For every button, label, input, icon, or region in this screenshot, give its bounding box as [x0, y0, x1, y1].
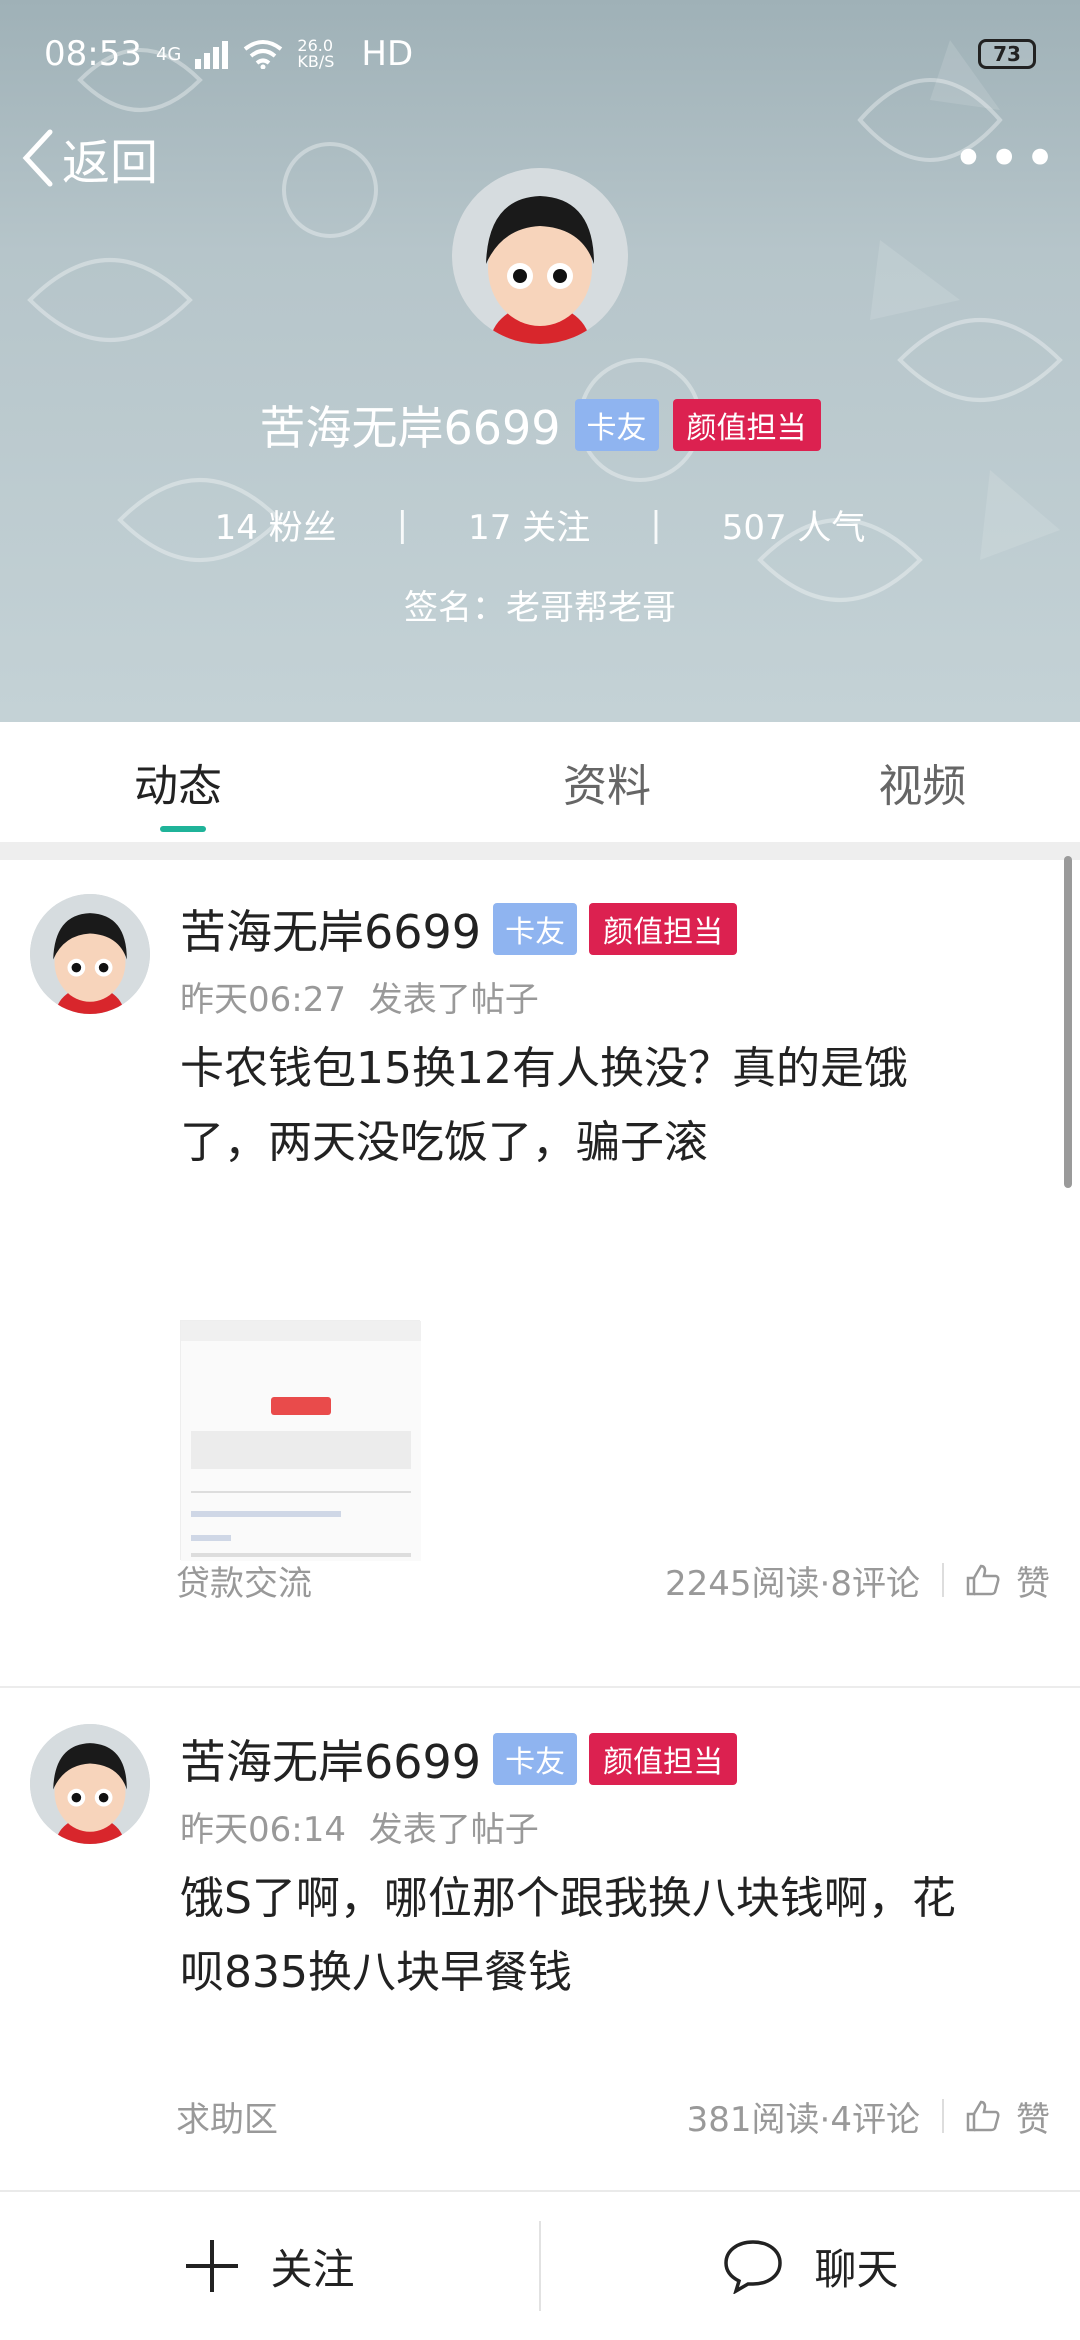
- like-label: 赞: [1016, 2099, 1050, 2140]
- post-category[interactable]: 贷款交流: [176, 1556, 312, 1605]
- post-content[interactable]: 饿S了啊，哪位那个跟我换八块钱啊，花 呗835换八块早餐钱: [180, 1862, 1040, 2010]
- tab-posts[interactable]: 动态: [0, 722, 449, 842]
- stat-divider: |: [396, 504, 409, 545]
- post-action: 发表了帖子: [368, 1810, 539, 1850]
- battery-level: 73: [993, 42, 1021, 66]
- post-category[interactable]: 求助区: [176, 2092, 278, 2141]
- follow-button[interactable]: 关注: [0, 2192, 539, 2340]
- post-item[interactable]: 苦海无岸6699 卡友 颜值担当 昨天06:14 发表了帖子 饿S了啊，哪位那个…: [0, 1688, 1080, 2188]
- post-stats: 2245阅读·8评论: [665, 1563, 920, 1604]
- badge-looks: 颜值担当: [589, 903, 738, 955]
- post-footer: 贷款交流 2245阅读·8评论 赞: [176, 1552, 1050, 1608]
- badge-card-friend: 卡友: [493, 903, 578, 955]
- battery-icon: 73: [978, 39, 1036, 69]
- profile-avatar[interactable]: [452, 168, 628, 344]
- more-options-icon[interactable]: •••: [952, 127, 1060, 190]
- post-avatar[interactable]: [30, 894, 150, 1014]
- chat-button[interactable]: 聊天: [541, 2192, 1080, 2340]
- post-time-row: 昨天06:14 发表了帖子: [180, 1802, 539, 1851]
- post-content-line: 了，两天没吃饭了，骗子滚: [180, 1117, 708, 1168]
- status-bar: 08:53 4G 26.0 KB/S HD 73: [44, 28, 1036, 80]
- profile-stats: 14 粉丝 | 17 关注 | 507 人气: [0, 500, 1080, 549]
- post-time: 昨天06:27: [180, 980, 346, 1020]
- bottom-action-bar: 关注 聊天: [0, 2190, 1080, 2340]
- post-content-line: 卡农钱包15换12有人换没？真的是饿: [180, 1043, 908, 1094]
- section-divider: [0, 842, 1080, 860]
- tab-videos[interactable]: 视频: [765, 722, 1080, 842]
- wifi-icon: [244, 40, 283, 69]
- badge-looks: 颜值担当: [589, 1733, 738, 1785]
- follows-count[interactable]: 17 关注: [468, 500, 590, 549]
- hd-label: HD: [361, 34, 414, 74]
- profile-name: 苦海无岸6699: [259, 401, 561, 455]
- post-footer: 求助区 381阅读·4评论 赞: [176, 2088, 1050, 2144]
- post-stats: 381阅读·4评论: [686, 2099, 920, 2140]
- post-avatar[interactable]: [30, 1724, 150, 1844]
- plus-icon: [186, 2240, 239, 2292]
- post-action: 发表了帖子: [368, 980, 539, 1020]
- post-content[interactable]: 卡农钱包15换12有人换没？真的是饿 了，两天没吃饭了，骗子滚: [180, 1032, 1040, 1180]
- signature: 签名：老哥帮老哥: [404, 588, 676, 628]
- back-label: 返回: [62, 135, 159, 191]
- footer-divider: [942, 1563, 944, 1597]
- post-author-name[interactable]: 苦海无岸6699: [180, 896, 481, 962]
- scrollbar[interactable]: [1064, 856, 1072, 1188]
- post-content-line: 饿S了啊，哪位那个跟我换八块钱啊，花: [180, 1873, 956, 1924]
- profile-name-row: 苦海无岸6699 卡友 颜值担当: [0, 392, 1080, 458]
- post-image-thumbnail[interactable]: [180, 1320, 421, 1561]
- post-author-row: 苦海无岸6699 卡友 颜值担当: [180, 1726, 738, 1792]
- screenshot-thumbnail: [181, 1321, 421, 1561]
- back-button[interactable]: 返回: [20, 123, 158, 193]
- thumbs-up-icon: [966, 1564, 1000, 1596]
- badge-card-friend: 卡友: [493, 1733, 578, 1785]
- signal-icon: [195, 41, 229, 69]
- stat-divider: |: [650, 504, 662, 545]
- post-content-line: 呗835换八块早餐钱: [180, 1947, 572, 1998]
- status-time: 08:53: [44, 34, 142, 74]
- chat-label: 聊天: [814, 2244, 899, 2294]
- post-author-name[interactable]: 苦海无岸6699: [180, 1726, 481, 1792]
- network-label: 4G: [155, 43, 182, 65]
- post-time: 昨天06:14: [180, 1810, 346, 1850]
- like-button[interactable]: 赞: [966, 1556, 1050, 1605]
- avatar-image: [452, 168, 628, 344]
- tab-profile-info[interactable]: 资料: [449, 722, 764, 842]
- avatar-image: [30, 1724, 150, 1844]
- badge-looks: 颜值担当: [672, 399, 821, 451]
- post-item[interactable]: 苦海无岸6699 卡友 颜值担当 昨天06:27 发表了帖子 卡农钱包15换12…: [0, 860, 1080, 1688]
- badge-card-friend: 卡友: [574, 399, 659, 451]
- profile-tabs: 动态 资料 视频: [0, 722, 1080, 842]
- profile-header: 08:53 4G 26.0 KB/S HD 73 返回 ••• 苦海无岸6699…: [0, 0, 1080, 722]
- fans-count[interactable]: 14 粉丝: [215, 500, 337, 549]
- avatar-image: [30, 894, 150, 1014]
- post-author-row: 苦海无岸6699 卡友 颜值担当: [180, 896, 738, 962]
- follow-label: 关注: [270, 2244, 355, 2294]
- chevron-left-icon: [22, 129, 53, 187]
- footer-divider: [942, 2099, 944, 2133]
- post-time-row: 昨天06:27 发表了帖子: [180, 972, 539, 1021]
- chat-bubble-icon: [724, 2240, 783, 2294]
- net-speed: 26.0 KB/S: [297, 36, 335, 71]
- thumbs-up-icon: [966, 2100, 1000, 2132]
- like-label: 赞: [1016, 1563, 1050, 1604]
- like-button[interactable]: 赞: [966, 2092, 1050, 2141]
- popularity-count: 507 人气: [721, 508, 866, 548]
